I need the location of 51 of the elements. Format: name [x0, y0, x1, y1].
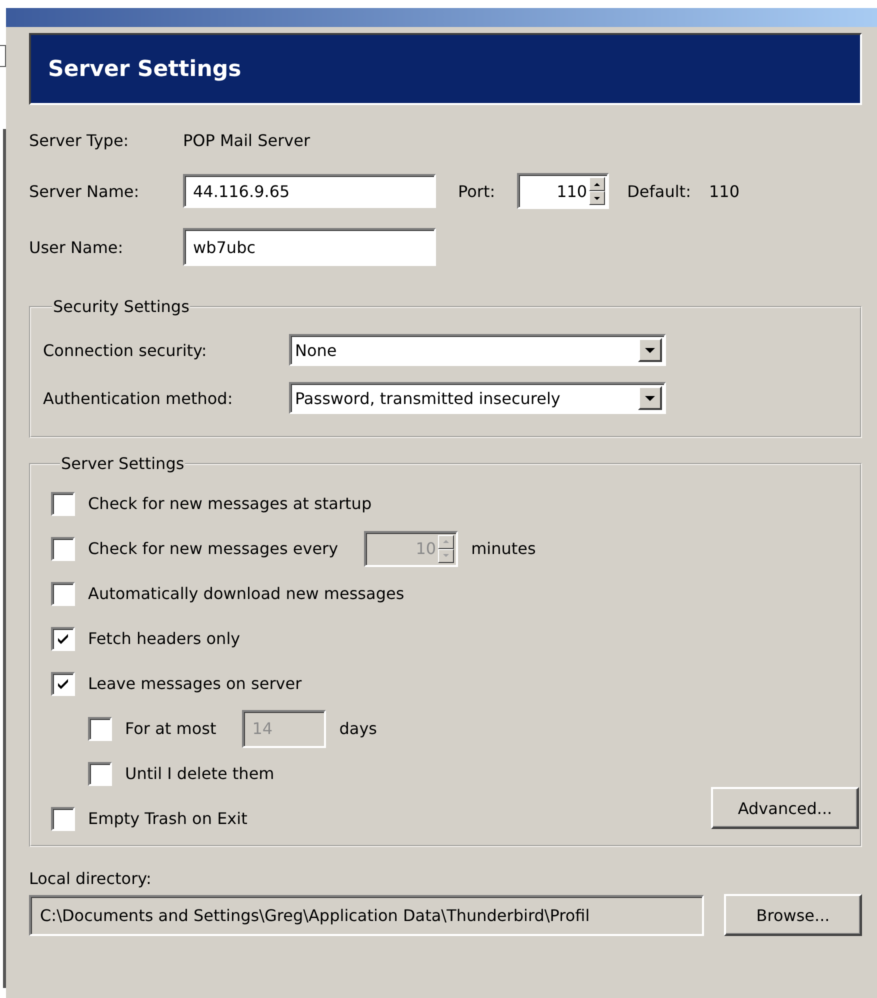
checkbox[interactable] [51, 582, 75, 606]
option-label: Check for new messages at startup [88, 494, 372, 513]
advanced-button[interactable]: Advanced... [711, 787, 859, 829]
checkbox[interactable] [51, 492, 75, 516]
option-label: Empty Trash on Exit [88, 809, 248, 828]
option-label: Automatically download new messages [88, 584, 404, 603]
checkbox[interactable] [88, 716, 112, 740]
spin-down-button[interactable] [589, 191, 606, 205]
port-field[interactable]: 110 [517, 173, 610, 209]
group-title: Server Settings [60, 454, 186, 473]
group-title: Security Settings [52, 297, 190, 316]
arrow-down-icon [594, 196, 600, 200]
checkbox[interactable] [51, 806, 75, 830]
arrow-down-icon [645, 396, 655, 400]
checkbox[interactable] [51, 536, 75, 560]
field-label: Port: [458, 182, 496, 200]
dropdown[interactable]: Password, transmitted insecurely [289, 382, 666, 414]
dropdown[interactable]: None [289, 334, 666, 366]
dropdown-button[interactable] [638, 386, 662, 410]
default-port-value: 110 [708, 182, 740, 200]
arrow-down-icon [645, 348, 655, 352]
field-label: Authentication method: [43, 388, 234, 408]
check-icon [57, 634, 69, 644]
unit-label: days [339, 719, 377, 738]
browse-button[interactable]: Browse... [724, 894, 862, 936]
field-label: Connection security: [43, 340, 208, 360]
checkbox[interactable] [51, 672, 75, 696]
server-type-value: POP Mail Server [183, 130, 310, 150]
field-label: Server Name: [29, 182, 140, 200]
check-icon [57, 678, 69, 688]
unit-label: minutes [471, 539, 536, 558]
option-label: Leave messages on server [88, 674, 302, 693]
dropdown-button[interactable] [638, 338, 662, 362]
option-label: Check for new messages every [88, 539, 338, 558]
option-label: Until I delete them [125, 764, 274, 783]
field-label: User Name: [29, 238, 124, 256]
arrow-down-icon [443, 554, 450, 557]
spin-up-button[interactable] [589, 177, 606, 191]
checkbox[interactable] [88, 762, 112, 786]
option-label: For at most [125, 719, 216, 738]
user-name-field[interactable]: wb7ubc [183, 228, 436, 266]
field-label: Default: [627, 182, 691, 200]
arrow-up-icon [443, 540, 450, 543]
field-label: Local directory: [29, 869, 152, 888]
checkbox[interactable] [51, 626, 75, 650]
server-name-field[interactable]: 44.116.9.65 [183, 174, 436, 208]
option-label: Fetch headers only [88, 629, 240, 648]
page-title: Server Settings [48, 56, 242, 82]
arrow-up-icon [594, 182, 600, 186]
directory-field[interactable]: C:\Documents and Settings\Greg\Application Data\Thunderbird\Profil [29, 894, 704, 936]
field-label: Server Type: [29, 130, 130, 150]
